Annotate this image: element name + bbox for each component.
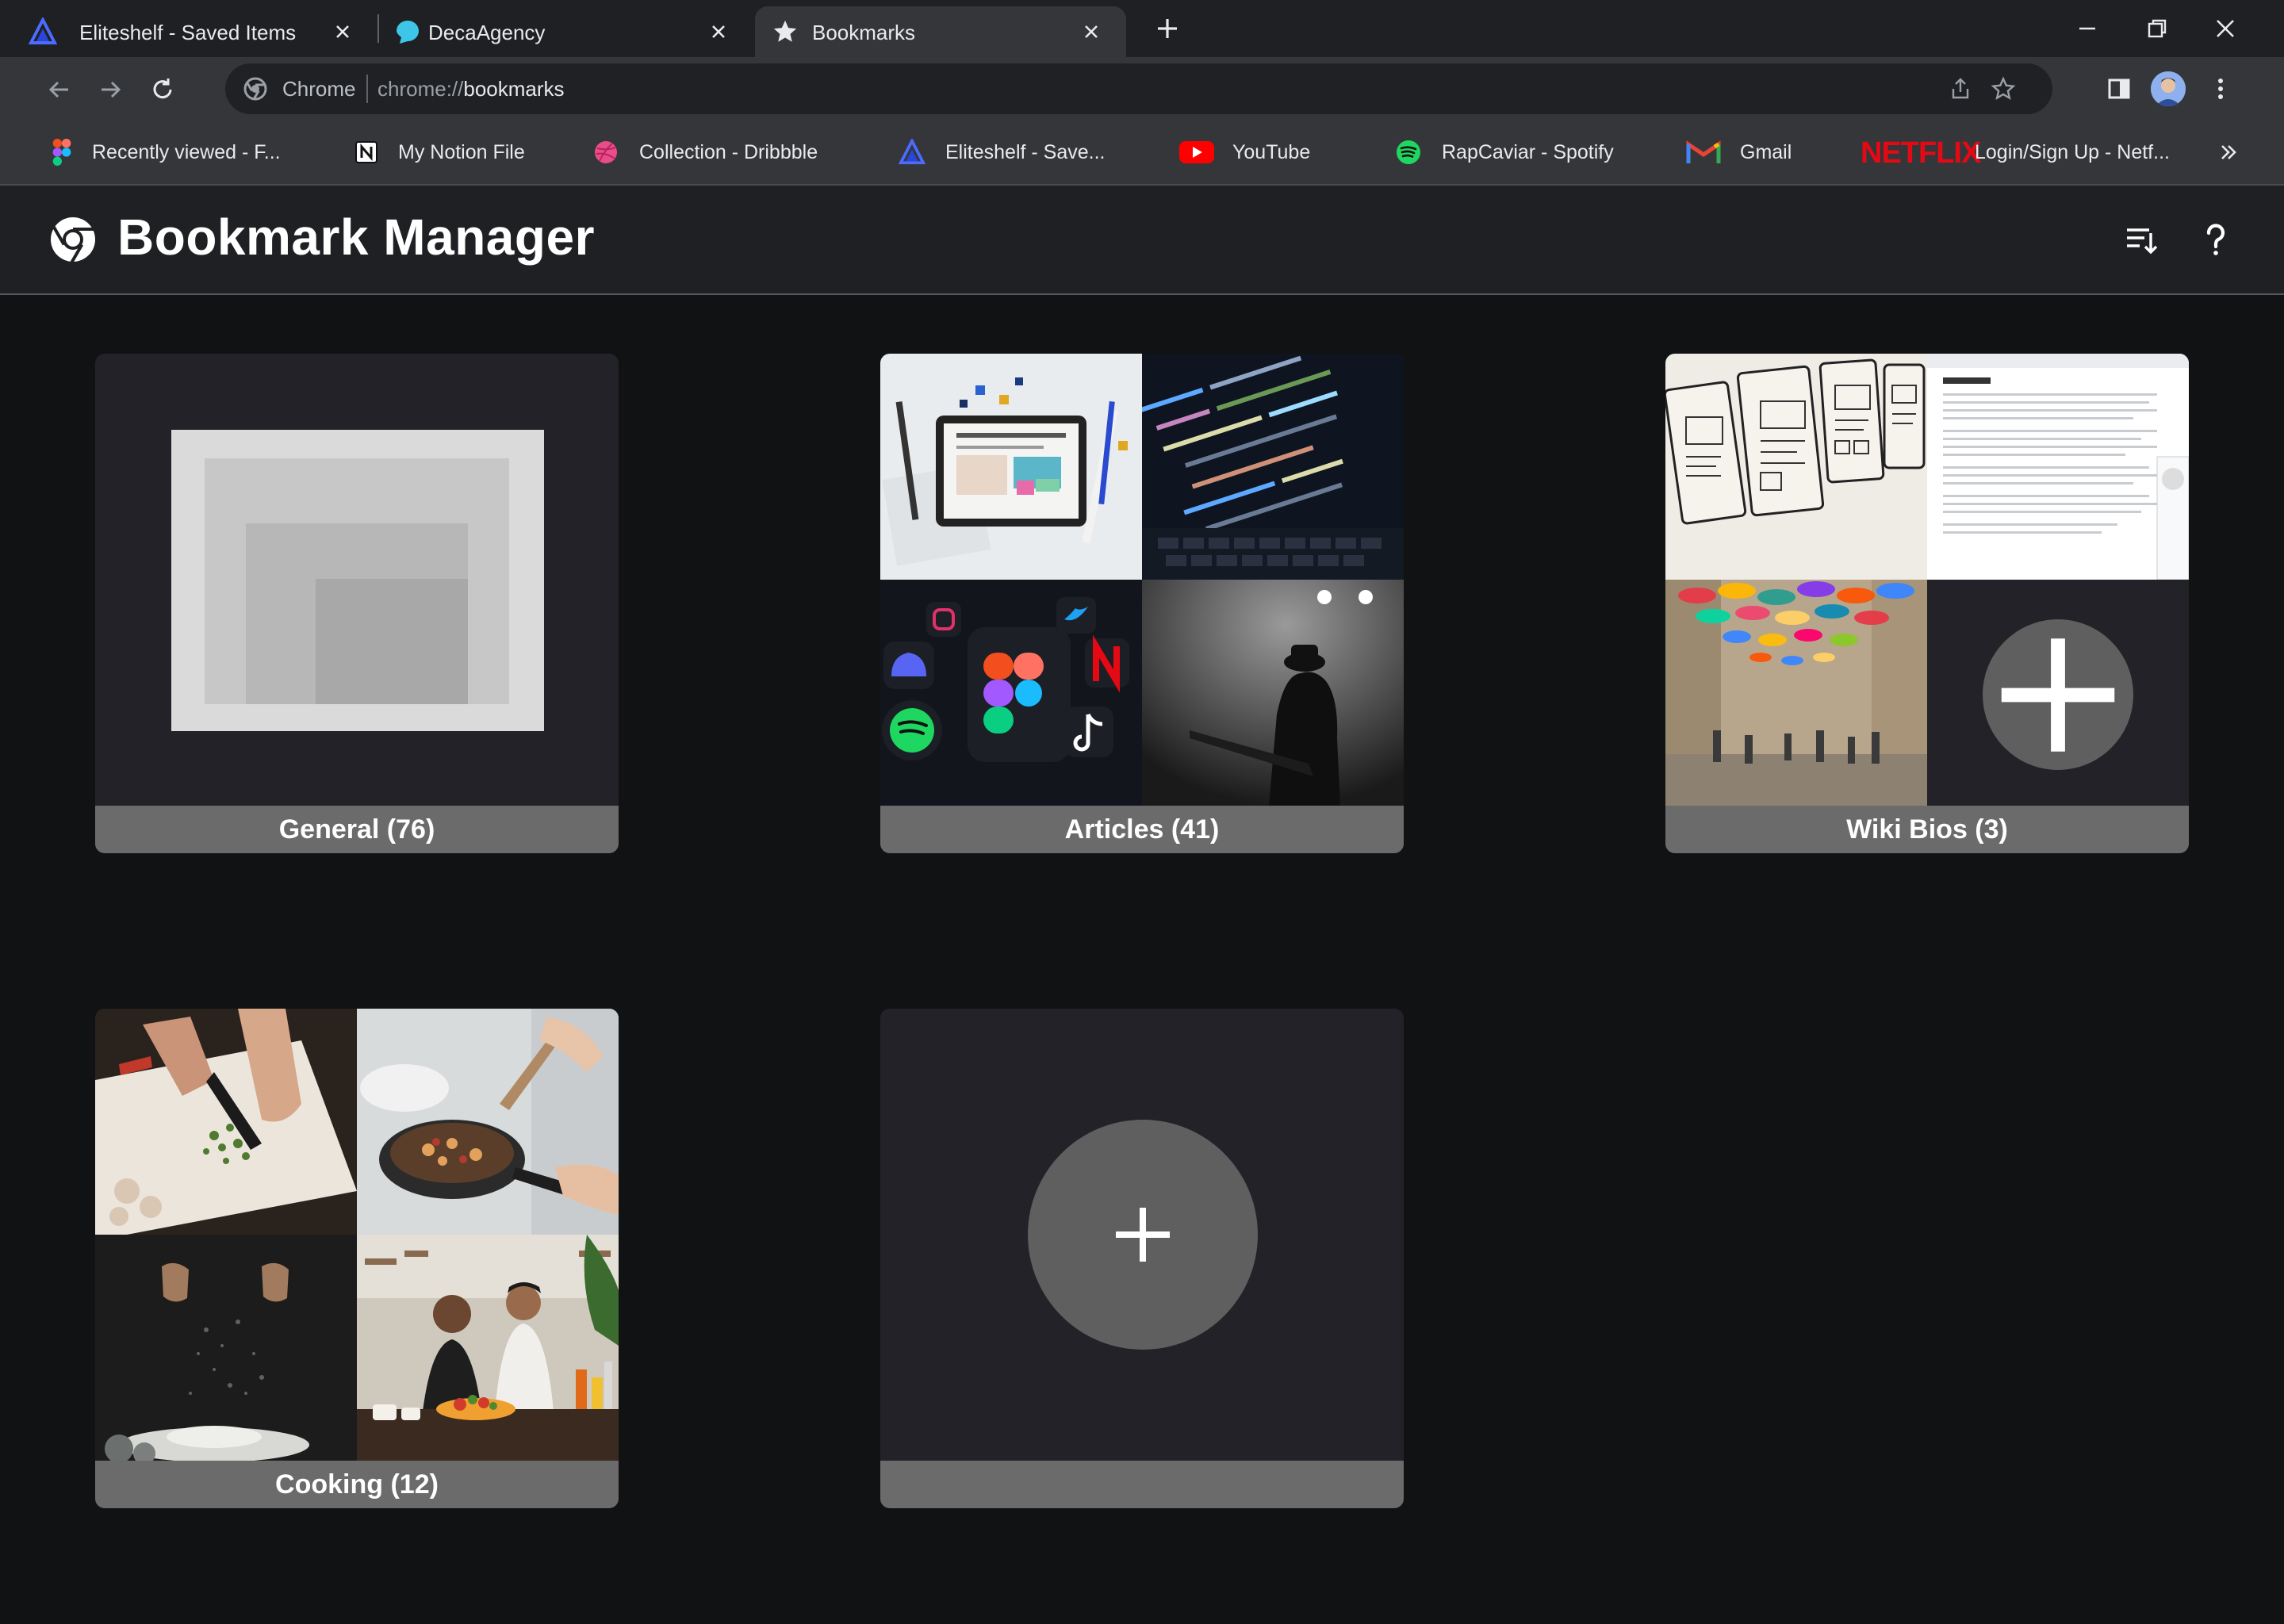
tab-decaagency[interactable]: DecaAgency	[379, 6, 753, 57]
tab-title: Bookmarks	[812, 21, 916, 44]
browser-toolbar: Chrome chrome://bookmarks	[0, 57, 2284, 121]
netflix-logo: NETFLIX	[1861, 136, 1981, 170]
bookmark-label: YouTube	[1232, 141, 1311, 163]
window-close-icon[interactable]	[2209, 13, 2241, 44]
thumbnail-mosaic	[1665, 354, 2189, 806]
thumb-code-laptop	[1142, 354, 1404, 580]
profile-avatar[interactable]	[2151, 71, 2186, 106]
thumb-tablet-desk	[880, 354, 1142, 580]
bookmark-label: My Notion File	[398, 141, 525, 163]
address-url: chrome://bookmarks	[377, 77, 565, 101]
close-tab-icon[interactable]	[704, 17, 733, 46]
help-icon[interactable]	[2197, 220, 2235, 259]
plus-icon	[1116, 1208, 1170, 1262]
address-bar[interactable]: Chrome chrome://bookmarks	[225, 63, 2052, 114]
thumb-flour-dust	[95, 1235, 357, 1461]
folder-card-general[interactable]: General (76)	[95, 354, 619, 853]
tab-strip: Eliteshelf - Saved Items DecaAgency Book…	[0, 0, 2284, 57]
placeholder-thumbnail	[171, 430, 544, 731]
sort-icon[interactable]	[2122, 220, 2160, 259]
add-folder-card[interactable]	[880, 1009, 1404, 1508]
minimize-icon[interactable]	[2071, 13, 2103, 44]
bookmark-label: Collection - Dribbble	[639, 141, 818, 163]
tab-title: Eliteshelf - Saved Items	[79, 21, 297, 44]
reload-icon[interactable]	[146, 73, 179, 106]
youtube-icon	[1178, 138, 1215, 167]
thumb-wireframe-sketch	[1665, 354, 1927, 580]
thumb-wikipedia-page	[1927, 354, 2189, 580]
folder-label: General (76)	[278, 814, 435, 845]
share-icon[interactable]	[1948, 76, 1973, 102]
folder-label: Wiki Bios (3)	[1846, 814, 2008, 845]
side-panel-icon[interactable]	[2103, 73, 2135, 105]
folder-card-wiki-bios[interactable]: Wiki Bios (3)	[1665, 354, 2189, 853]
thumb-couple-kitchen	[357, 1235, 619, 1461]
thumb-guitarist	[1142, 580, 1404, 806]
bookmark-star-icon[interactable]	[1991, 76, 2016, 102]
thumbnail-mosaic	[880, 354, 1404, 806]
back-arrow-icon[interactable]	[43, 73, 76, 106]
bookmark-label: Login/Sign Up - Netf...	[1975, 141, 2170, 163]
more-bookmarks-chevron-icon[interactable]	[2214, 138, 2243, 167]
star-icon	[771, 17, 799, 46]
more-menu-icon[interactable]	[2205, 73, 2236, 105]
thumbnail-mosaic	[95, 1009, 619, 1461]
chrome-logo-icon	[51, 217, 95, 264]
folder-label: Cooking (12)	[275, 1469, 439, 1500]
eliteshelf-icon	[898, 138, 926, 167]
chrome-icon	[243, 77, 267, 101]
spotify-icon	[1394, 138, 1423, 167]
add-bookmark-button[interactable]	[1983, 619, 2133, 770]
folder-label: Articles (41)	[1064, 814, 1220, 845]
close-tab-icon[interactable]	[1077, 17, 1106, 46]
thumb-app-icons	[880, 580, 1142, 806]
address-divider	[366, 75, 368, 103]
bookmark-label: Recently viewed - F...	[92, 141, 281, 163]
decaagency-icon	[393, 17, 422, 46]
dribbble-icon	[592, 138, 620, 167]
folder-footer	[880, 1461, 1404, 1508]
page-header: Bookmark Manager	[0, 186, 2284, 295]
address-scheme-label: Chrome	[282, 77, 356, 101]
folder-card-articles[interactable]: Articles (41)	[880, 354, 1404, 853]
figma-icon	[48, 138, 76, 167]
eliteshelf-icon	[29, 17, 57, 46]
bookmarks-bar: Recently viewed - F... My Notion File Co…	[0, 121, 2284, 186]
bookmark-label: Eliteshelf - Save...	[945, 141, 1106, 163]
notion-icon	[352, 138, 381, 167]
close-tab-icon[interactable]	[328, 17, 357, 46]
thumb-umbrella-street	[1665, 580, 1927, 806]
folder-footer: Cooking (12)	[95, 1461, 619, 1508]
bookmark-label: Gmail	[1740, 141, 1792, 163]
new-tab-plus-icon[interactable]	[1152, 13, 1183, 44]
plus-icon	[2001, 638, 2115, 752]
thumb-chopping-herbs	[95, 1009, 357, 1235]
restore-icon[interactable]	[2141, 13, 2173, 44]
folder-footer: Articles (41)	[880, 806, 1404, 853]
forward-arrow-icon[interactable]	[94, 73, 127, 106]
thumb-frying-pan	[357, 1009, 619, 1235]
page-title: Bookmark Manager	[117, 209, 595, 266]
gmail-icon	[1686, 138, 1721, 167]
add-folder-button[interactable]	[1028, 1120, 1258, 1350]
bookmark-label: RapCaviar - Spotify	[1442, 141, 1614, 163]
add-bookmark-slot[interactable]	[1927, 580, 2189, 806]
tab-bookmarks[interactable]: Bookmarks	[755, 6, 1126, 57]
folder-card-cooking[interactable]: Cooking (12)	[95, 1009, 619, 1508]
tab-title: DecaAgency	[428, 21, 546, 44]
folder-footer: General (76)	[95, 806, 619, 853]
folder-footer: Wiki Bios (3)	[1665, 806, 2189, 853]
tab-eliteshelf[interactable]: Eliteshelf - Saved Items	[0, 6, 377, 57]
